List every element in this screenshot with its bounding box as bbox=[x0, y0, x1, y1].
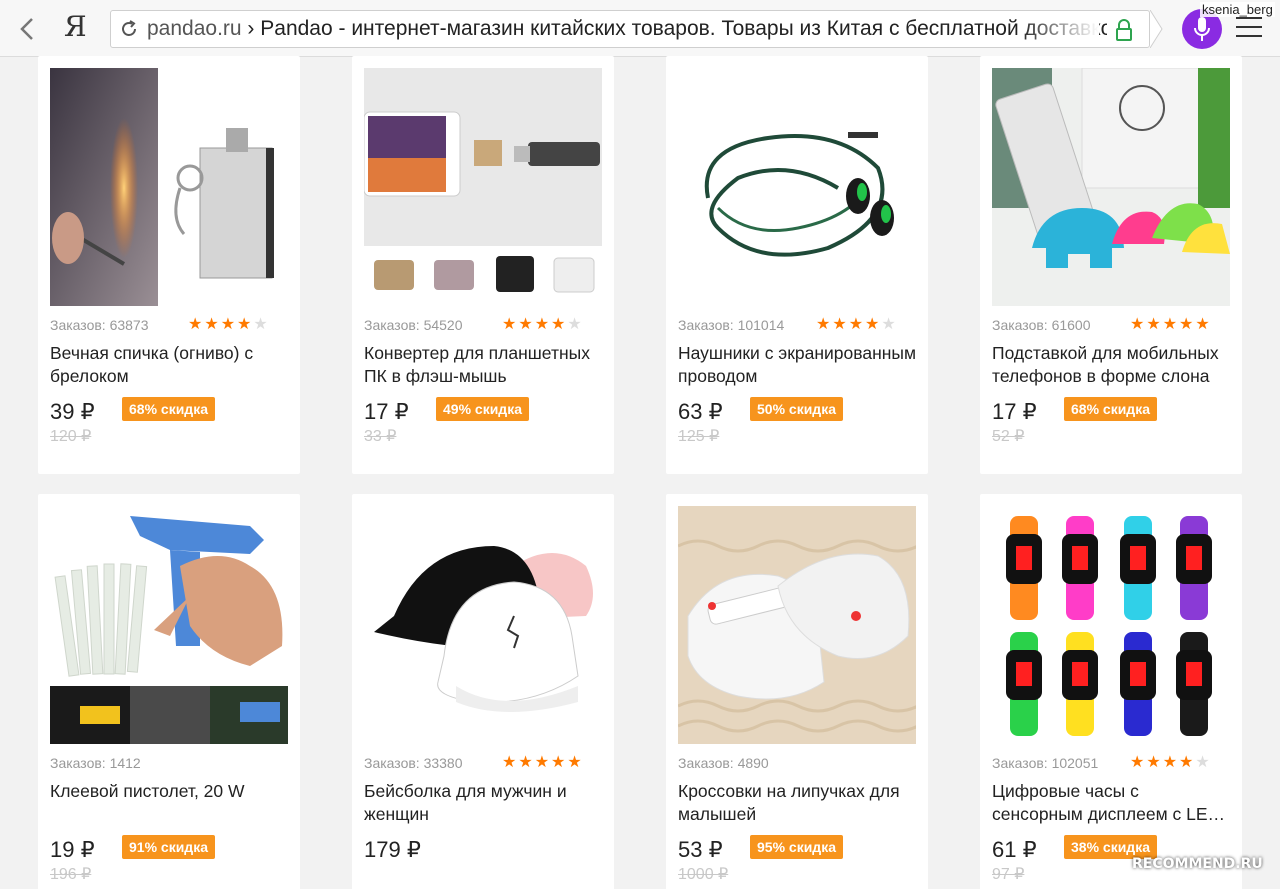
rating-stars: ★★★★★ bbox=[502, 316, 584, 333]
username-label: ksenia_berg bbox=[1200, 2, 1275, 17]
orders-count: Заказов: 54520 bbox=[364, 317, 463, 333]
reload-icon[interactable] bbox=[119, 19, 139, 39]
rating-stars: ★★★★★ bbox=[1130, 316, 1212, 333]
product-image-baseball-cap[interactable] bbox=[364, 506, 602, 744]
old-price: 1000 ₽ bbox=[678, 866, 729, 883]
product-price: 39 ₽ bbox=[50, 399, 95, 424]
url-domain: pandao.ru bbox=[147, 17, 242, 40]
rating-stars: ★★★★★ bbox=[188, 316, 270, 333]
product-price: 179 ₽ bbox=[364, 837, 421, 862]
url-page-title: Pandao - интернет-магазин китайских това… bbox=[260, 17, 1107, 40]
rating-stars: ★★★★★ bbox=[1130, 754, 1212, 771]
product-card[interactable]: Заказов: 4890 Кроссовки на липучках для … bbox=[666, 494, 928, 889]
product-price: 17 ₽ bbox=[364, 399, 409, 424]
product-title[interactable]: Клеевой пистолет, 20 W bbox=[50, 780, 290, 803]
old-price: 120 ₽ bbox=[50, 428, 92, 445]
product-card[interactable]: Заказов: 54520 ★★★★★ Конвертер для планш… bbox=[352, 56, 614, 474]
browser-toolbar: Я pandao.ru › Pandao - интернет-магазин … bbox=[0, 0, 1280, 57]
orders-count: Заказов: 101014 bbox=[678, 317, 785, 333]
orders-count: Заказов: 33380 bbox=[364, 755, 463, 771]
watermark: RECOMMEND.RU bbox=[1132, 856, 1263, 872]
product-image-otg-adapter[interactable] bbox=[364, 68, 602, 306]
address-bar-arrow bbox=[1150, 10, 1163, 48]
address-bar[interactable]: pandao.ru › Pandao - интернет-магазин ки… bbox=[110, 10, 1150, 48]
old-price: 33 ₽ bbox=[364, 428, 397, 445]
product-price: 53 ₽ bbox=[678, 837, 723, 862]
product-card[interactable]: Заказов: 61600 ★★★★★ Подставкой для моби… bbox=[980, 56, 1242, 474]
product-image-fire-starter[interactable] bbox=[50, 68, 288, 306]
discount-badge: 50% скидка bbox=[750, 397, 843, 421]
product-title[interactable]: Кроссовки на липучках для малышей bbox=[678, 780, 918, 826]
product-card[interactable]: Заказов: 1412 Клеевой пистолет, 20 W 19 … bbox=[38, 494, 300, 889]
product-image-glue-gun[interactable] bbox=[50, 506, 288, 744]
product-image-baby-shoes[interactable] bbox=[678, 506, 916, 744]
orders-count: Заказов: 102051 bbox=[992, 755, 1099, 771]
discount-badge: 95% скидка bbox=[750, 835, 843, 859]
rating-stars: ★★★★★ bbox=[816, 316, 898, 333]
old-price: 125 ₽ bbox=[678, 428, 720, 445]
orders-count: Заказов: 1412 bbox=[50, 755, 141, 771]
product-price: 63 ₽ bbox=[678, 399, 723, 424]
old-price: 196 ₽ bbox=[50, 866, 92, 883]
product-title[interactable]: Бейсболка для мужчин и женщин bbox=[364, 780, 604, 826]
url-separator: › bbox=[241, 17, 261, 40]
product-title[interactable]: Подставкой для мобильных телефонов в фор… bbox=[992, 342, 1232, 388]
orders-count: Заказов: 4890 bbox=[678, 755, 769, 771]
orders-count: Заказов: 63873 bbox=[50, 317, 149, 333]
old-price: 52 ₽ bbox=[992, 428, 1025, 445]
lock-icon[interactable] bbox=[1115, 19, 1133, 41]
yandex-logo[interactable]: Я bbox=[64, 10, 87, 43]
product-title[interactable]: Наушники с экранированным проводом bbox=[678, 342, 918, 388]
product-title[interactable]: Конвертер для планшетных ПК в флэш-мышь bbox=[364, 342, 604, 388]
back-icon[interactable] bbox=[12, 12, 44, 46]
product-price: 17 ₽ bbox=[992, 399, 1037, 424]
product-image-elephant-stand[interactable] bbox=[992, 68, 1230, 306]
old-price: 97 ₽ bbox=[992, 866, 1025, 883]
product-title[interactable]: Цифровые часы с сенсорным дисплеем с LE… bbox=[992, 780, 1232, 826]
discount-badge: 68% скидка bbox=[1064, 397, 1157, 421]
discount-badge: 68% скидка bbox=[122, 397, 215, 421]
product-price: 19 ₽ bbox=[50, 837, 95, 862]
product-image-earphones[interactable] bbox=[678, 68, 916, 306]
product-price: 61 ₽ bbox=[992, 837, 1037, 862]
product-card[interactable]: Заказов: 101014 ★★★★★ Наушники с экранир… bbox=[666, 56, 928, 474]
menu-icon[interactable] bbox=[1236, 17, 1262, 39]
rating-stars: ★★★★★ bbox=[502, 754, 584, 771]
discount-badge: 49% скидка bbox=[436, 397, 529, 421]
discount-badge: 91% скидка bbox=[122, 835, 215, 859]
product-card[interactable]: Заказов: 102051 ★★★★★ Цифровые часы с се… bbox=[980, 494, 1242, 889]
product-image-led-watches[interactable] bbox=[992, 506, 1230, 744]
product-title[interactable]: Вечная спичка (огниво) с брелоком bbox=[50, 342, 290, 388]
product-card[interactable]: Заказов: 33380 ★★★★★ Бейсболка для мужчи… bbox=[352, 494, 614, 889]
product-card[interactable]: Заказов: 63873 ★★★★★ Вечная спичка (огни… bbox=[38, 56, 300, 474]
url-text[interactable]: pandao.ru › Pandao - интернет-магазин ки… bbox=[147, 17, 1107, 41]
orders-count: Заказов: 61600 bbox=[992, 317, 1091, 333]
url-fade bbox=[1019, 11, 1099, 47]
